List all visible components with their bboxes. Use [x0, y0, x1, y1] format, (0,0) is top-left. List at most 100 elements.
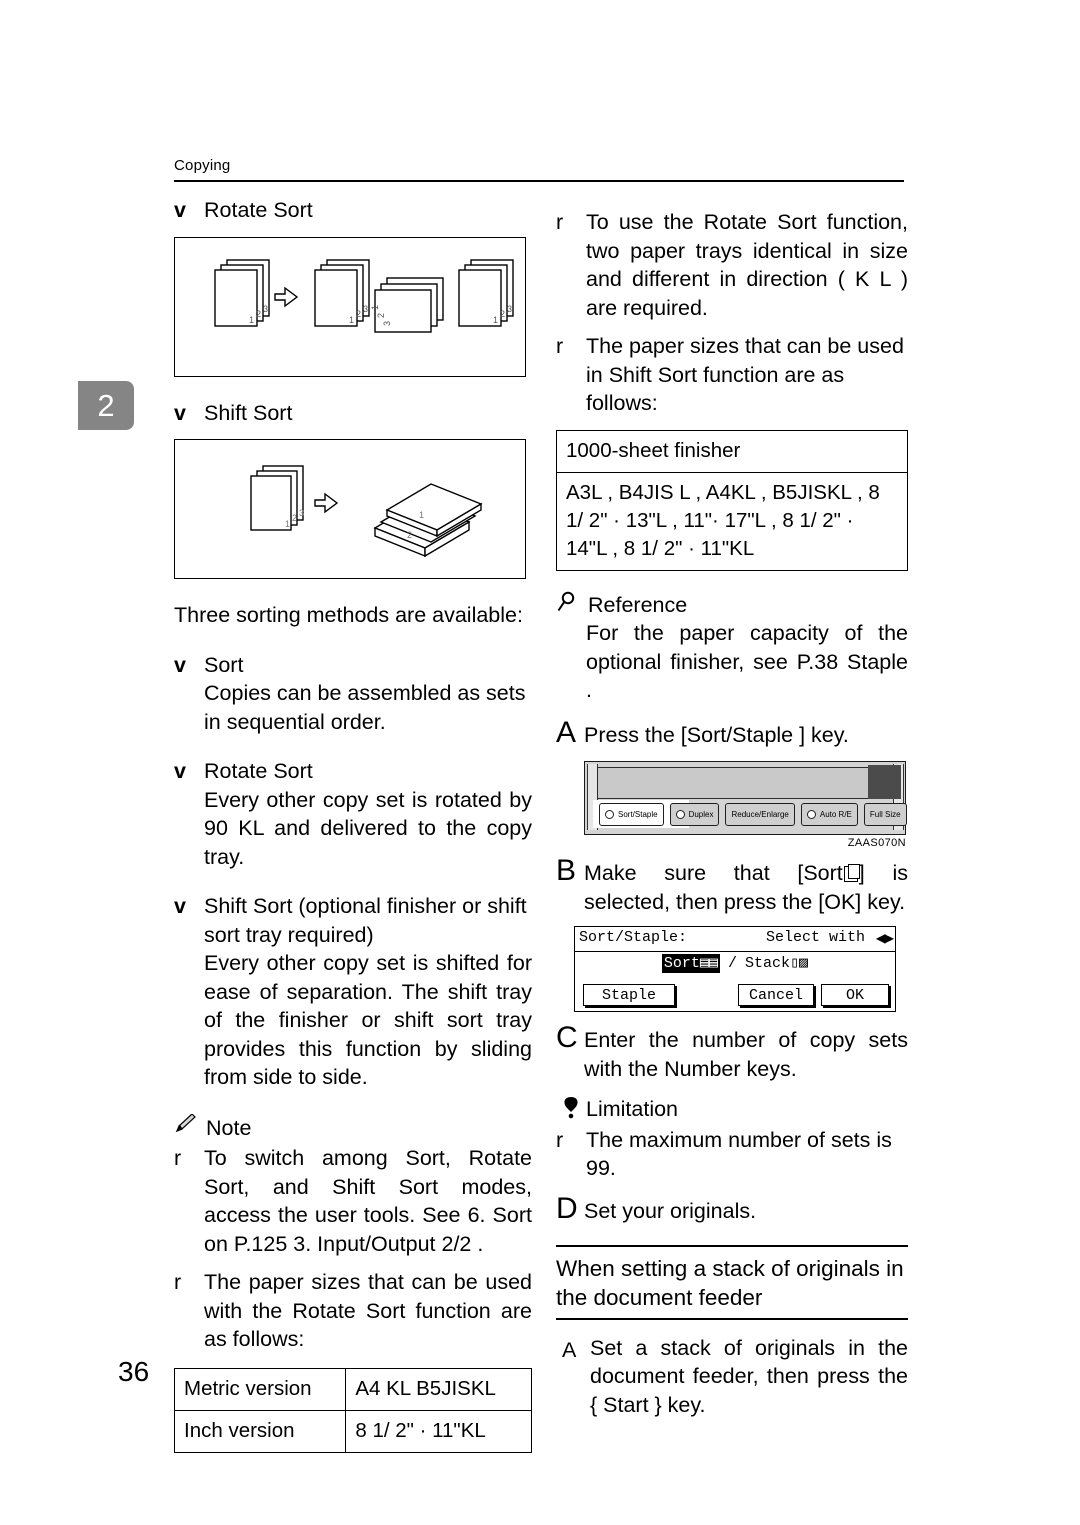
- diamond-bullet-icon: v: [174, 198, 186, 222]
- subsection-rule-bottom: [556, 1317, 908, 1320]
- reference-heading: Reference: [556, 591, 908, 620]
- panel-dark-area: [868, 765, 901, 799]
- lcd-option-sort[interactable]: Sort▤▤: [661, 954, 720, 973]
- reference-label: Reference: [588, 592, 688, 617]
- figure-operation-panel: Sort/Staple Duplex Reduce/Enlarge Auto R…: [556, 761, 908, 849]
- svg-text:3: 3: [363, 304, 368, 314]
- lcd-option-stack-label: Stack: [745, 955, 791, 972]
- subsection-title: When setting a stack of originals in the…: [556, 1255, 904, 1310]
- limitation-label: Limitation: [586, 1097, 679, 1121]
- limitation-item: r The maximum number of sets is 99.: [556, 1126, 908, 1183]
- lcd-select-with: Select with: [765, 929, 865, 946]
- svg-text:3: 3: [263, 304, 268, 314]
- lcd-screen-artwork: Sort/Staple: Select with ◀▶ Sort▤▤ / Stack…: [574, 926, 896, 1012]
- svg-text:2: 2: [407, 530, 412, 540]
- step-b-text-before: Make sure that [Sort: [584, 861, 843, 885]
- lcd-option-stack[interactable]: Stack▯▨: [745, 955, 808, 972]
- step-c-text: Enter the number of copy sets with the N…: [584, 1028, 908, 1081]
- finisher-paper-table: 1000-sheet finisher A3L , B4JIS L , A4KL…: [556, 429, 908, 571]
- sheet-stack-icon: [843, 864, 860, 882]
- panel-key-sort-staple: Sort/Staple: [599, 803, 664, 826]
- lcd-option-sort-label: Sort: [663, 955, 700, 972]
- step-c: C Enter the number of copy sets with the…: [556, 1022, 908, 1083]
- panel-key-full-size: Full Size: [863, 803, 907, 826]
- bullet-icon: r: [556, 210, 564, 234]
- lcd-cancel-label: Cancel: [748, 986, 803, 1004]
- magnifier-icon: [556, 591, 584, 617]
- table-cell-label: Metric version: [173, 1367, 347, 1411]
- chapter-tab: 2: [78, 381, 134, 430]
- svg-text:3: 3: [299, 508, 304, 518]
- method-sort-label: Sort: [204, 652, 244, 677]
- panel-key-duplex: Duplex: [669, 803, 720, 826]
- svg-text:1: 1: [285, 519, 290, 529]
- method-rotate-sort-body: Every other copy set is rotated by 90 KL…: [204, 787, 532, 869]
- table-header-cell: 1000-sheet finisher: [556, 429, 908, 473]
- limitation-heading: Limitation: [556, 1095, 908, 1124]
- svg-text:2: 2: [376, 312, 386, 317]
- heading-shift-sort: v Shift Sort: [174, 399, 532, 428]
- step-letter: C: [556, 1021, 578, 1054]
- note-item: r The paper sizes that can be used with …: [174, 1268, 532, 1354]
- lcd-separator: /: [727, 955, 737, 972]
- led-icon: [605, 810, 614, 819]
- lcd-title-bar: Sort/Staple: Select with ◀▶: [575, 927, 895, 952]
- lcd-cancel-button[interactable]: Cancel: [738, 984, 814, 1006]
- note-heading: Note: [174, 1112, 532, 1143]
- method-shift-sort-body: Every other copy set is shifted for ease…: [204, 951, 532, 1089]
- step-letter: A: [562, 1337, 577, 1362]
- table-cell-value: A4 KL B5JISKL: [345, 1367, 532, 1411]
- method-shift-sort-title: v Shift Sort (optional finisher or shift…: [174, 892, 532, 949]
- left-column: v Rotate Sort 1 2 3 1 2 3 1 2 3 1 2 3 v …: [173, 196, 532, 1453]
- method-shift-sort-label: Shift Sort (optional finisher or shift s…: [204, 894, 527, 947]
- panel-key-row: Sort/Staple Duplex Reduce/Enlarge Auto R…: [599, 803, 907, 826]
- bullet-icon: r: [174, 1270, 182, 1294]
- limitation-text: The maximum number of sets is 99.: [586, 1127, 892, 1181]
- reference-body: For the paper capacity of the optional f…: [586, 621, 908, 702]
- note-item: r To switch among Sort, Rotate Sort, and…: [174, 1144, 532, 1258]
- svg-text:2: 2: [500, 309, 505, 319]
- method-rotate-sort-title: v Rotate Sort: [174, 757, 532, 786]
- lcd-option-row: Sort▤▤ / Stack▯▨: [575, 953, 895, 973]
- svg-text:3: 3: [507, 304, 512, 314]
- svg-text:3: 3: [382, 320, 392, 325]
- diamond-bullet-icon: v: [174, 652, 186, 677]
- lcd-ok-label: OK: [845, 986, 864, 1004]
- rotate-sort-paper-table: Metric version A4 KL B5JISKL Inch versio…: [173, 1367, 532, 1453]
- heading-rotate-sort: v Rotate Sort: [174, 196, 532, 225]
- table-row: 1000-sheet finisher: [556, 429, 908, 473]
- right-note-item-text: To use the Rotate Sort function, two pap…: [586, 210, 908, 320]
- page-number: 36: [118, 1356, 150, 1387]
- bullet-icon: r: [556, 1127, 564, 1152]
- table-cell-label: Inch version: [173, 1409, 347, 1453]
- svg-text:1: 1: [349, 315, 354, 325]
- svg-text:1: 1: [419, 510, 424, 520]
- lcd-ok-button[interactable]: OK: [821, 984, 889, 1006]
- step-d: D Set your originals.: [556, 1192, 908, 1226]
- lcd-staple-button[interactable]: Staple: [583, 984, 675, 1006]
- note-item-text: The paper sizes that can be used with th…: [204, 1270, 532, 1351]
- panel-key-label: Sort/Staple: [618, 810, 658, 819]
- step-b: B Make sure that [Sort] is selected, the…: [556, 855, 908, 916]
- method-sort-body: Copies can be assembled as sets in seque…: [204, 681, 526, 734]
- lcd-title: Sort/Staple:: [579, 929, 688, 946]
- svg-text:2: 2: [356, 309, 361, 319]
- pencil-icon: [174, 1112, 202, 1140]
- note-item-text: To switch among Sort, Rotate Sort, and S…: [204, 1146, 532, 1256]
- figure-shift-sort: 123 21: [174, 439, 526, 579]
- led-icon: [675, 810, 685, 819]
- table-cell-value: 8 1/ 2" · 11"KL: [345, 1409, 532, 1453]
- panel-key-reduce-enlarge: Reduce/Enlarge: [725, 803, 795, 826]
- panel-display-area: [597, 767, 869, 799]
- panel-key-auto-re: Auto R/E: [800, 803, 858, 826]
- step-letter: A: [556, 715, 577, 749]
- svg-text:1: 1: [249, 315, 254, 325]
- note-label: Note: [206, 1115, 252, 1140]
- right-column: r To use the Rotate Sort function, two p…: [556, 196, 908, 1419]
- method-sort-title: v Sort: [174, 651, 532, 680]
- diamond-bullet-icon: v: [174, 894, 186, 918]
- panel-key-label: Full Size: [869, 810, 901, 819]
- step-a-text: Press the [Sort/Staple ] key.: [584, 722, 849, 747]
- right-note-item-text: The paper sizes that can be used in Shif…: [586, 334, 904, 415]
- diamond-bullet-icon: v: [174, 400, 186, 425]
